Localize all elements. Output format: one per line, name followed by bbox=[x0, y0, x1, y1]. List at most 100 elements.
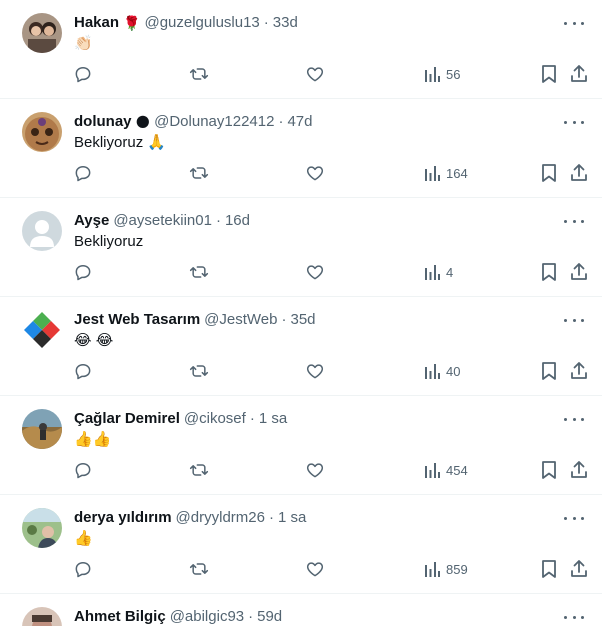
bookmark-button[interactable] bbox=[540, 163, 558, 183]
name-emoji-badge: 🌹 bbox=[123, 15, 141, 31]
views-button[interactable]: 454 bbox=[423, 460, 468, 480]
display-name[interactable]: derya yıldırım bbox=[74, 508, 172, 528]
avatar[interactable] bbox=[22, 310, 62, 350]
tweet[interactable]: Ahmet Bilgiç @abilgic93 · 59d bbox=[0, 594, 602, 626]
share-icon bbox=[571, 362, 587, 379]
retweet-icon bbox=[189, 167, 209, 179]
more-options-icon[interactable] bbox=[564, 114, 584, 130]
reply-button[interactable] bbox=[73, 361, 93, 381]
user-handle[interactable]: @cikosef bbox=[184, 409, 246, 429]
display-name[interactable]: dolunay bbox=[74, 112, 132, 132]
display-name[interactable]: Jest Web Tasarım bbox=[74, 310, 200, 330]
retweet-button[interactable] bbox=[189, 163, 209, 183]
retweet-button[interactable] bbox=[189, 64, 209, 84]
bookmark-button[interactable] bbox=[540, 559, 558, 579]
tweet[interactable]: Hakan 🌹 @guzelguluslu13 · 33d 👏🏻 56 bbox=[0, 0, 602, 99]
tweet-text: Bekliyoruz bbox=[74, 233, 144, 250]
timestamp[interactable]: 1 sa bbox=[278, 508, 306, 528]
like-button[interactable] bbox=[305, 64, 325, 84]
tweet[interactable]: dolunay 🌑 @Dolunay122412 · 47d Bekliyoru… bbox=[0, 99, 602, 198]
user-handle[interactable]: @Dolunay122412 bbox=[154, 112, 274, 132]
avatar[interactable] bbox=[22, 607, 62, 626]
tweet[interactable]: Çağlar Demirel @cikosef · 1 sa 👍👍 454 bbox=[0, 396, 602, 495]
tweet-header: Hakan 🌹 @guzelguluslu13 · 33d bbox=[74, 13, 298, 33]
tweet[interactable]: derya yıldırım @dryyldrm26 · 1 sa 👍 859 bbox=[0, 495, 602, 594]
more-options-icon[interactable] bbox=[564, 312, 584, 328]
views-button[interactable]: 4 bbox=[423, 262, 453, 282]
reply-icon bbox=[75, 265, 91, 281]
separator-dot: · bbox=[281, 311, 287, 328]
reply-button[interactable] bbox=[73, 262, 93, 282]
more-options-icon[interactable] bbox=[564, 213, 584, 229]
timestamp[interactable]: 1 sa bbox=[259, 409, 287, 429]
more-options-icon[interactable] bbox=[564, 411, 584, 427]
reply-button[interactable] bbox=[73, 163, 93, 183]
avatar[interactable] bbox=[22, 112, 62, 152]
timestamp[interactable]: 16d bbox=[225, 211, 250, 231]
views-chart-icon bbox=[425, 166, 440, 181]
views-button[interactable]: 164 bbox=[423, 163, 468, 183]
share-button[interactable] bbox=[569, 262, 589, 282]
bookmark-button[interactable] bbox=[540, 460, 558, 480]
avatar[interactable] bbox=[22, 13, 62, 53]
more-options-icon[interactable] bbox=[564, 510, 584, 526]
more-options-icon[interactable] bbox=[564, 15, 584, 31]
display-name[interactable]: Hakan bbox=[74, 13, 119, 33]
display-name[interactable]: Ahmet Bilgiç bbox=[74, 607, 166, 626]
bookmark-icon bbox=[542, 560, 556, 578]
tweet[interactable]: Jest Web Tasarım @JestWeb · 35d 😂 😂 40 bbox=[0, 297, 602, 396]
views-button[interactable]: 40 bbox=[423, 361, 460, 381]
share-button[interactable] bbox=[569, 163, 589, 183]
retweet-button[interactable] bbox=[189, 559, 209, 579]
user-handle[interactable]: @abilgic93 bbox=[170, 607, 244, 626]
like-button[interactable] bbox=[305, 163, 325, 183]
timestamp[interactable]: 47d bbox=[287, 112, 312, 132]
retweet-button[interactable] bbox=[189, 262, 209, 282]
tweet-actions: 164 bbox=[0, 163, 602, 189]
share-button[interactable] bbox=[569, 361, 589, 381]
timestamp[interactable]: 59d bbox=[257, 607, 282, 626]
retweet-button[interactable] bbox=[189, 361, 209, 381]
more-options-icon[interactable] bbox=[564, 609, 584, 625]
user-handle[interactable]: @JestWeb bbox=[204, 310, 277, 330]
like-button[interactable] bbox=[305, 361, 325, 381]
retweet-button[interactable] bbox=[189, 460, 209, 480]
bookmark-icon bbox=[542, 65, 556, 83]
share-button[interactable] bbox=[569, 64, 589, 84]
avatar[interactable] bbox=[22, 409, 62, 449]
bookmark-button[interactable] bbox=[540, 64, 558, 84]
display-name[interactable]: Ayşe bbox=[74, 211, 109, 231]
tweet-text: 😂 😂 bbox=[74, 332, 114, 349]
avatar[interactable] bbox=[22, 508, 62, 548]
separator-dot: · bbox=[248, 608, 254, 625]
views-button[interactable]: 56 bbox=[423, 64, 460, 84]
views-button[interactable]: 859 bbox=[423, 559, 468, 579]
reply-icon bbox=[75, 463, 91, 479]
bookmark-button[interactable] bbox=[540, 262, 558, 282]
avatar[interactable] bbox=[22, 211, 62, 251]
views-chart-icon bbox=[425, 67, 440, 82]
reply-button[interactable] bbox=[73, 64, 93, 84]
tweet-text: Bekliyoruz 🙏 bbox=[74, 134, 167, 151]
user-handle[interactable]: @guzelguluslu13 bbox=[144, 13, 259, 33]
user-handle[interactable]: @dryyldrm26 bbox=[176, 508, 265, 528]
display-name[interactable]: Çağlar Demirel bbox=[74, 409, 180, 429]
tweet-header: Jest Web Tasarım @JestWeb · 35d bbox=[74, 310, 316, 330]
timestamp[interactable]: 33d bbox=[273, 13, 298, 33]
user-handle[interactable]: @aysetekiin01 bbox=[113, 211, 212, 231]
timestamp[interactable]: 35d bbox=[290, 310, 315, 330]
like-button[interactable] bbox=[305, 559, 325, 579]
share-button[interactable] bbox=[569, 460, 589, 480]
like-button[interactable] bbox=[305, 262, 325, 282]
heart-icon bbox=[306, 562, 324, 577]
like-button[interactable] bbox=[305, 460, 325, 480]
separator-dot: · bbox=[278, 113, 284, 130]
reply-button[interactable] bbox=[73, 460, 93, 480]
reply-button[interactable] bbox=[73, 559, 93, 579]
reply-icon bbox=[75, 364, 91, 380]
share-button[interactable] bbox=[569, 559, 589, 579]
tweet[interactable]: Ayşe @aysetekiin01 · 16d Bekliyoruz 4 bbox=[0, 198, 602, 297]
tweet-header: derya yıldırım @dryyldrm26 · 1 sa bbox=[74, 508, 306, 528]
tweet-text: 👍👍 bbox=[74, 431, 112, 448]
bookmark-button[interactable] bbox=[540, 361, 558, 381]
